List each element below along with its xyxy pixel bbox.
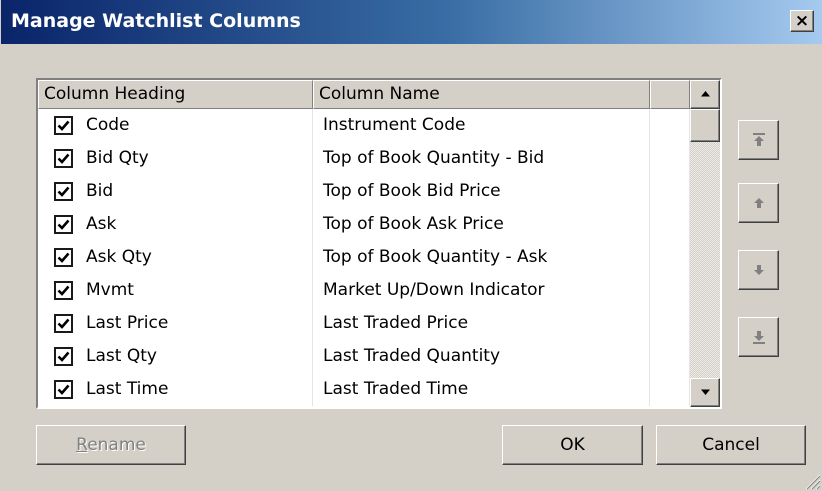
column-name-cell: Last Traded Time [313, 373, 650, 406]
column-name-cell: Last Traded Quantity [313, 340, 650, 373]
move-down-button[interactable] [738, 250, 779, 290]
filler-cell [650, 307, 690, 340]
row-checkbox[interactable] [54, 248, 73, 267]
move-up-button[interactable] [738, 183, 779, 223]
filler-cell [650, 340, 690, 373]
table-row[interactable]: Ask Top of Book Ask Price [38, 208, 690, 241]
table-row[interactable]: Bid Qty Top of Book Quantity - Bid [38, 142, 690, 175]
move-to-bottom-button[interactable] [738, 317, 779, 357]
column-heading-text: Ask [86, 214, 117, 234]
move-to-top-icon [753, 133, 765, 146]
column-heading-cell: Bid Qty [38, 142, 313, 175]
scroll-down-arrow-icon [701, 389, 710, 395]
column-heading-cell: Last Time [38, 373, 313, 406]
row-checkbox[interactable] [54, 116, 73, 135]
column-heading-text: Code [86, 115, 130, 135]
column-heading-cell: Ask Qty [38, 241, 313, 274]
close-icon: × [794, 10, 810, 31]
manage-watchlist-columns-dialog: Manage Watchlist Columns × Column Headin… [0, 0, 822, 491]
row-checkbox[interactable] [54, 182, 73, 201]
column-heading-text: Ask Qty [86, 247, 152, 267]
table-row[interactable]: Code Instrument Code [38, 109, 690, 142]
columns-list-view[interactable]: Column Heading Column Name Code Instrume… [36, 78, 722, 409]
table-row[interactable]: Bid Top of Book Bid Price [38, 175, 690, 208]
check-icon [57, 153, 70, 164]
column-heading-text: Last Qty [86, 346, 157, 366]
resize-grip-icon[interactable] [801, 470, 821, 490]
header-column-name[interactable]: Column Name [313, 80, 650, 109]
column-heading-text: Last Price [86, 313, 169, 333]
check-icon [57, 351, 70, 362]
column-heading-cell: Last Price [38, 307, 313, 340]
column-heading-cell: Code [38, 109, 313, 142]
filler-cell [650, 373, 690, 406]
check-icon [57, 252, 70, 263]
scroll-thumb[interactable] [690, 109, 720, 142]
check-icon [57, 285, 70, 296]
row-checkbox[interactable] [54, 380, 73, 399]
column-heading-cell: Mvmt [38, 274, 313, 307]
column-heading-cell: Ask [38, 208, 313, 241]
rename-mnemonic: R [76, 435, 88, 455]
move-to-top-button[interactable] [738, 120, 779, 160]
scroll-up-arrow-icon [701, 91, 710, 97]
move-up-icon [754, 198, 764, 208]
table-row[interactable]: Last Price Last Traded Price [38, 307, 690, 340]
row-checkbox[interactable] [54, 281, 73, 300]
column-name-cell: Top of Book Quantity - Ask [313, 241, 650, 274]
row-checkbox[interactable] [54, 215, 73, 234]
title-bar[interactable]: Manage Watchlist Columns × [1, 0, 822, 44]
move-to-bottom-icon [753, 331, 765, 344]
filler-cell [650, 109, 690, 142]
close-button[interactable]: × [790, 10, 814, 32]
column-name-cell: Market Up/Down Indicator [313, 274, 650, 307]
table-row[interactable]: Ask Qty Top of Book Quantity - Ask [38, 241, 690, 274]
column-heading-text: Bid Qty [86, 148, 149, 168]
column-heading-text: Mvmt [86, 280, 134, 300]
rename-label: ename [87, 435, 146, 455]
column-heading-text: Last Time [86, 379, 169, 399]
filler-cell [650, 142, 690, 175]
column-heading-cell: Last Qty [38, 340, 313, 373]
filler-cell [650, 274, 690, 307]
table-row[interactable]: Last Qty Last Traded Quantity [38, 340, 690, 373]
table-row[interactable]: Last Time Last Traded Time [38, 373, 690, 406]
check-icon [57, 186, 70, 197]
header-filler[interactable] [650, 80, 690, 109]
dialog-title: Manage Watchlist Columns [11, 10, 301, 32]
column-name-cell: Instrument Code [313, 109, 650, 142]
check-icon [57, 384, 70, 395]
header-column-heading[interactable]: Column Heading [38, 80, 313, 109]
column-name-cell: Top of Book Quantity - Bid [313, 142, 650, 175]
row-checkbox[interactable] [54, 149, 73, 168]
column-name-cell: Last Traded Price [313, 307, 650, 340]
move-down-icon [754, 265, 764, 275]
row-checkbox[interactable] [54, 314, 73, 333]
column-heading-text: Bid [86, 181, 114, 201]
ok-button[interactable]: OK [502, 425, 643, 465]
rename-button[interactable]: Rename [36, 425, 186, 465]
table-row[interactable]: Mvmt Market Up/Down Indicator [38, 274, 690, 307]
check-icon [57, 318, 70, 329]
column-name-cell: Top of Book Bid Price [313, 175, 650, 208]
column-heading-cell: Bid [38, 175, 313, 208]
check-icon [57, 120, 70, 131]
vertical-scrollbar[interactable] [690, 80, 720, 407]
row-checkbox[interactable] [54, 347, 73, 366]
check-icon [57, 219, 70, 230]
scroll-up-button[interactable] [690, 80, 720, 109]
column-name-cell: Top of Book Ask Price [313, 208, 650, 241]
filler-cell [650, 241, 690, 274]
cancel-button[interactable]: Cancel [656, 425, 806, 465]
list-header: Column Heading Column Name [38, 80, 720, 109]
filler-cell [650, 175, 690, 208]
scroll-down-button[interactable] [690, 378, 720, 407]
filler-cell [650, 208, 690, 241]
list-rows: Code Instrument Code Bid Qty Top of Book… [38, 109, 690, 406]
